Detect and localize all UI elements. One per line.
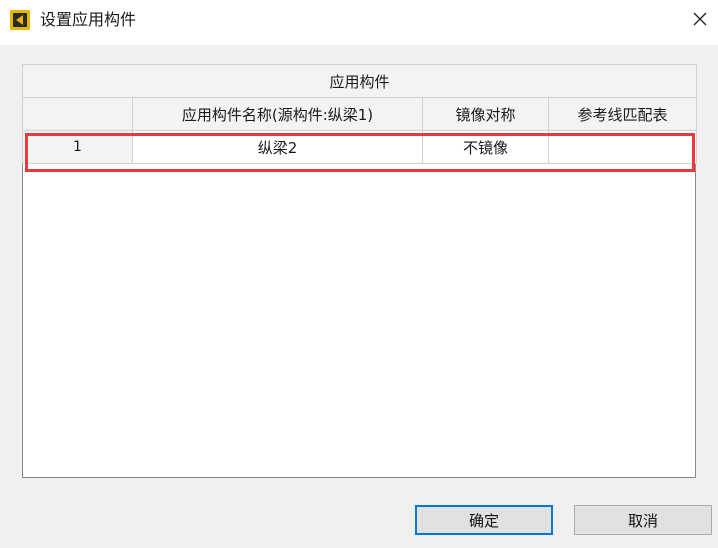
close-button[interactable]	[682, 2, 718, 36]
table-row[interactable]: 1 纵梁2 不镜像	[22, 130, 698, 164]
column-header-mirror[interactable]: 镜像对称	[422, 97, 549, 131]
column-header-index	[22, 97, 133, 131]
app-icon	[10, 10, 30, 30]
mirror-cell[interactable]: 不镜像	[422, 130, 549, 164]
column-header-name[interactable]: 应用构件名称(源构件:纵梁1)	[132, 97, 423, 131]
window-title: 设置应用构件	[40, 10, 137, 29]
grid-group-header: 应用构件	[21, 64, 698, 98]
close-icon	[693, 12, 707, 26]
column-header-ref-match[interactable]: 参考线匹配表	[547, 97, 698, 131]
ref-match-cell[interactable]	[547, 130, 698, 164]
component-name-cell[interactable]: 纵梁2	[132, 130, 423, 164]
cancel-button[interactable]: 取消	[574, 505, 712, 535]
ok-button[interactable]: 确定	[415, 505, 553, 535]
component-grid: 应用构件 应用构件名称(源构件:纵梁1) 镜像对称 参考线匹配表 1 纵梁2 不…	[21, 64, 698, 478]
title-bar: 设置应用构件	[0, 0, 718, 45]
row-index-cell[interactable]: 1	[22, 130, 133, 164]
dialog-window: 设置应用构件 应用构件 应用构件名称(源构件:纵梁1) 镜像对称 参考线匹配表 …	[0, 0, 718, 548]
